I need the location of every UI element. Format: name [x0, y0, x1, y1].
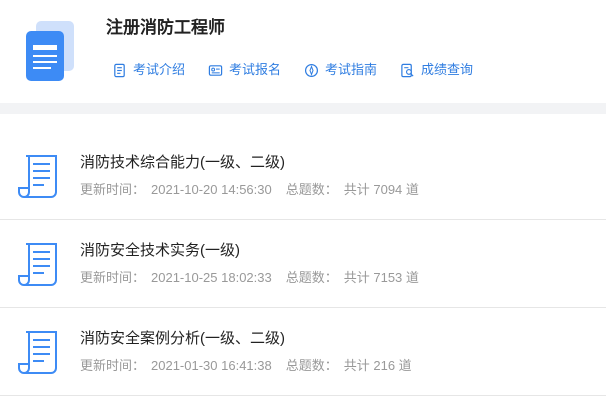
- update-time-label: 更新时间：: [80, 182, 146, 197]
- scroll-document-icon: [18, 155, 57, 198]
- nav-score-query[interactable]: 成绩查询: [400, 60, 473, 80]
- search-document-icon: [401, 63, 414, 77]
- update-time: 2021-10-25 18:02:33: [151, 270, 272, 285]
- id-card-icon: [208, 64, 223, 76]
- compass-icon: [305, 63, 319, 77]
- exam-book-logo-icon: [26, 21, 74, 81]
- list-item[interactable]: 消防安全案例分析(一级、二级) 更新时间： 2021-01-30 16:41:38…: [0, 308, 606, 396]
- question-count-label: 总题数：: [285, 182, 338, 197]
- nav-label: 成绩查询: [421, 62, 474, 77]
- nav-label: 考试介绍: [133, 62, 186, 77]
- list-item[interactable]: 消防安全技术实务(一级) 更新时间： 2021-10-25 18:02:33 总题数…: [0, 220, 606, 308]
- subject-meta: 更新时间： 2021-10-25 18:02:33 总题数： 共计 7153 道: [80, 268, 425, 288]
- subject-name[interactable]: 消防安全案例分析(一级、二级): [80, 328, 285, 350]
- question-count-label: 总题数：: [285, 270, 338, 285]
- update-time-label: 更新时间：: [80, 270, 146, 285]
- document-list-icon: [114, 63, 125, 77]
- update-time: 2021-01-30 16:41:38: [151, 358, 272, 373]
- question-count: 共计 7094 道: [343, 182, 419, 197]
- update-time: 2021-10-20 14:56:30: [151, 182, 272, 197]
- list-item[interactable]: 消防技术综合能力(一级、二级) 更新时间： 2021-10-20 14:56:30…: [0, 132, 606, 220]
- subject-meta: 更新时间： 2021-10-20 14:56:30 总题数： 共计 7094 道: [80, 180, 425, 200]
- exam-nav: 考试介绍 考试报名 考试指南 成绩查询: [112, 60, 496, 80]
- nav-label: 考试指南: [325, 62, 378, 77]
- question-count-label: 总题数：: [285, 358, 338, 373]
- scroll-document-icon: [18, 331, 57, 374]
- nav-exam-guide[interactable]: 考试指南: [304, 60, 377, 80]
- update-time-label: 更新时间：: [80, 358, 146, 373]
- nav-exam-register[interactable]: 考试报名: [208, 60, 281, 80]
- page-title: 注册消防工程师: [106, 18, 225, 37]
- subject-meta: 更新时间： 2021-01-30 16:41:38 总题数： 共计 216 道: [80, 356, 418, 376]
- section-divider: [0, 103, 606, 114]
- subject-name[interactable]: 消防安全技术实务(一级): [80, 240, 240, 262]
- scroll-document-icon: [18, 243, 57, 286]
- subject-name[interactable]: 消防技术综合能力(一级、二级): [80, 152, 285, 174]
- page-header: 注册消防工程师 考试介绍 考试报名 考试指南 成绩查询: [0, 0, 606, 103]
- exam-subject-list: 消防技术综合能力(一级、二级) 更新时间： 2021-10-20 14:56:30…: [0, 132, 606, 396]
- question-count: 共计 216 道: [343, 358, 412, 373]
- question-count: 共计 7153 道: [343, 270, 419, 285]
- nav-label: 考试报名: [229, 62, 282, 77]
- nav-exam-intro[interactable]: 考试介绍: [112, 60, 185, 80]
